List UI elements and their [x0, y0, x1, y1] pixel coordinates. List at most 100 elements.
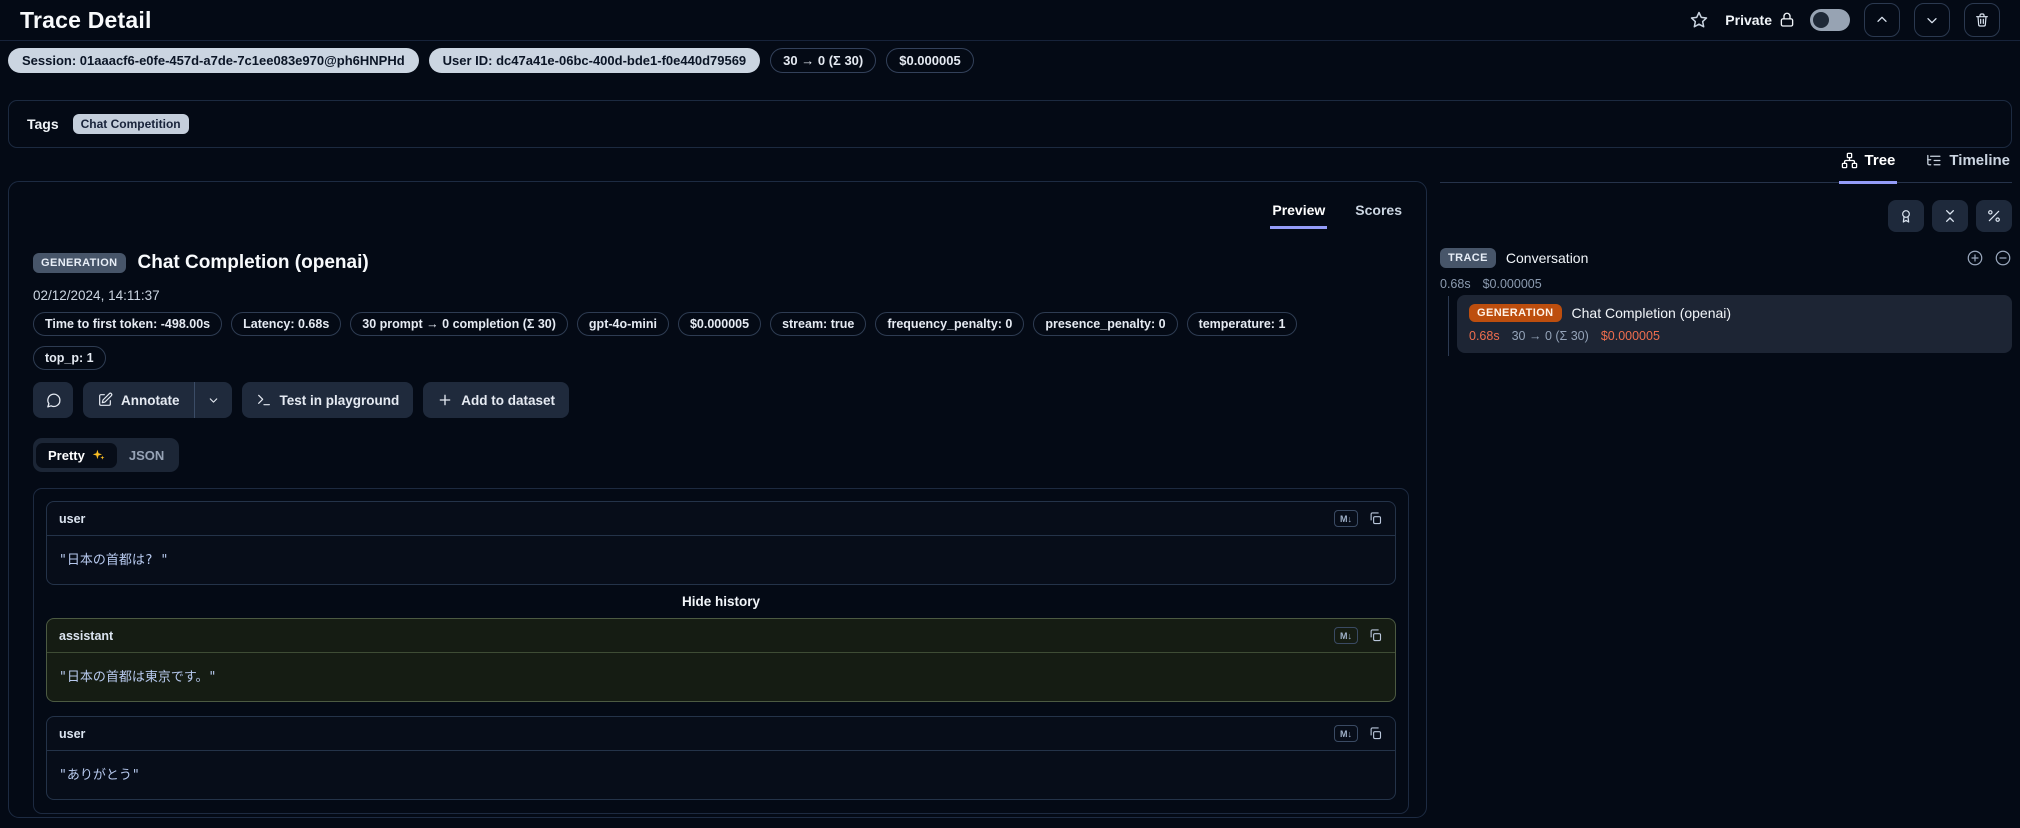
star-icon	[1689, 10, 1709, 30]
annotate-button[interactable]: Annotate	[83, 382, 194, 418]
chevron-down-icon	[207, 394, 220, 407]
test-in-playground-button[interactable]: Test in playground	[241, 382, 414, 418]
chevron-down-icon	[1924, 12, 1940, 28]
trace-tree-root[interactable]: TRACE Conversation	[1440, 246, 2012, 270]
comment-button[interactable]	[33, 382, 73, 418]
collapse-all-button[interactable]	[1932, 200, 1968, 232]
delete-trace-button[interactable]	[1964, 3, 2000, 37]
sparkles-icon	[91, 448, 105, 462]
trace-latency: 0.68s	[1440, 277, 1471, 291]
tags-section: Tags Chat Competition	[8, 100, 2012, 148]
hide-history-button[interactable]: Hide history	[682, 594, 760, 609]
observation-metrics-row-2: top_p: 1	[33, 346, 106, 370]
trace-cost: $0.000005	[1482, 277, 1542, 291]
tree-icon	[1841, 152, 1858, 169]
observation-type-badge: GENERATION	[33, 253, 126, 273]
messages-container: user M↓ "日本の首都は? " Hide history assistan…	[33, 488, 1409, 814]
award-icon	[1898, 208, 1914, 224]
percent-icon	[1986, 208, 2002, 224]
markdown-toggle-icon[interactable]: M↓	[1334, 510, 1358, 527]
metrics-percent-button[interactable]	[1976, 200, 2012, 232]
message-tools: M↓	[1334, 725, 1383, 742]
fold-vertical-icon	[1942, 208, 1958, 224]
pretty-toggle[interactable]: Pretty	[36, 442, 117, 468]
tab-timeline[interactable]: Timeline	[1923, 146, 2012, 184]
previous-trace-button[interactable]	[1864, 3, 1900, 37]
metric-badge: Time to first token: -498.00s	[33, 312, 223, 336]
session-badge[interactable]: Session: 01aaacf6-e0fe-457d-a7de-7c1ee08…	[8, 48, 419, 73]
tags-label: Tags	[27, 116, 59, 132]
node-latency: 0.68s	[1469, 329, 1500, 343]
add-to-dataset-label: Add to dataset	[461, 392, 556, 408]
cost-badge: $0.000005	[886, 48, 974, 73]
markdown-toggle-icon[interactable]: M↓	[1334, 627, 1358, 644]
playground-label: Test in playground	[279, 392, 400, 408]
trash-icon	[1974, 12, 1990, 28]
top-bar-actions: Private	[1687, 3, 2000, 37]
model-badge: gpt-4o-mini	[576, 312, 669, 336]
json-toggle[interactable]: JSON	[117, 443, 176, 468]
observation-timestamp: 02/12/2024, 14:11:37	[33, 288, 160, 303]
message-tools: M↓	[1334, 510, 1383, 527]
pen-square-icon	[97, 392, 113, 408]
trace-type-badge: TRACE	[1440, 248, 1496, 268]
node-metrics: 0.68s 30 → 0 (Σ 30) $0.000005	[1469, 329, 2000, 343]
observation-header: GENERATION Chat Completion (openai)	[33, 252, 369, 274]
annotate-dropdown-button[interactable]	[195, 382, 232, 418]
format-toggle: Pretty JSON	[33, 438, 180, 472]
privacy-label: Private	[1725, 12, 1772, 28]
observation-metrics-row: Time to first token: -498.00s Latency: 0…	[33, 312, 1298, 336]
message-content: "日本の首都は? "	[59, 553, 169, 568]
param-badge: top_p: 1	[33, 346, 106, 370]
panel-tabs: Preview Scores	[1270, 202, 1404, 229]
annotate-label: Annotate	[121, 392, 180, 408]
message-header: user M↓	[47, 502, 1395, 536]
trace-meta-row: Session: 01aaacf6-e0fe-457d-a7de-7c1ee08…	[8, 48, 974, 73]
trace-name: Conversation	[1505, 250, 1589, 266]
metric-badge: Latency: 0.68s	[231, 312, 342, 336]
tab-tree[interactable]: Tree	[1838, 146, 1898, 184]
token-usage-badge: 30 → 0 (Σ 30)	[770, 48, 877, 73]
tab-tree-label: Tree	[1864, 152, 1896, 169]
param-badge: frequency_penalty: 0	[875, 312, 1025, 336]
tag-chip[interactable]: Chat Competition	[72, 114, 189, 134]
param-badge: temperature: 1	[1186, 312, 1298, 336]
page-title: Trace Detail	[20, 6, 152, 33]
tree-node-generation[interactable]: GENERATION Chat Completion (openai) 0.68…	[1457, 295, 2012, 353]
chevron-up-icon	[1874, 12, 1890, 28]
plus-icon	[437, 392, 453, 408]
node-cost: $0.000005	[1600, 329, 1660, 343]
copy-icon[interactable]	[1368, 511, 1383, 526]
node-title: Chat Completion (openai)	[1571, 305, 1732, 321]
terminal-icon	[256, 392, 272, 408]
markdown-toggle-icon[interactable]: M↓	[1334, 725, 1358, 742]
message-user-2: user M↓ "ありがとう"	[46, 716, 1396, 800]
copy-icon[interactable]	[1368, 628, 1383, 643]
message-role: user	[59, 726, 86, 741]
public-sharing-toggle[interactable]	[1810, 9, 1850, 31]
pretty-label: Pretty	[48, 447, 85, 463]
expand-all-icon[interactable]	[1966, 249, 1984, 267]
tab-preview[interactable]: Preview	[1270, 202, 1328, 229]
scores-award-button[interactable]	[1888, 200, 1924, 232]
add-to-dataset-button[interactable]: Add to dataset	[423, 382, 570, 418]
message-header: user M↓	[47, 717, 1395, 751]
top-bar: Trace Detail Private	[0, 0, 2020, 41]
node-tokens: 30 → 0 (Σ 30)	[1511, 329, 1589, 343]
message-tools: M↓	[1334, 627, 1383, 644]
annotate-split-button: Annotate	[83, 382, 232, 418]
collapse-icon[interactable]	[1994, 249, 2012, 267]
tree-toolbar	[1888, 200, 2012, 232]
user-id-badge[interactable]: User ID: dc47a41e-06bc-400d-bde1-f0e440d…	[428, 48, 761, 73]
privacy-indicator: Private	[1725, 11, 1796, 29]
generation-type-badge: GENERATION	[1469, 304, 1562, 322]
message-header: assistant M↓	[47, 619, 1395, 653]
copy-icon[interactable]	[1368, 726, 1383, 741]
next-trace-button[interactable]	[1914, 3, 1950, 37]
observation-detail-panel: Preview Scores GENERATION Chat Completio…	[8, 181, 1427, 818]
cost-badge: $0.000005	[677, 312, 762, 336]
metric-badge: 30 prompt → 0 completion (Σ 30)	[350, 312, 568, 336]
tab-scores[interactable]: Scores	[1353, 202, 1404, 229]
bookmark-star-button[interactable]	[1687, 8, 1711, 32]
message-role: user	[59, 511, 86, 526]
